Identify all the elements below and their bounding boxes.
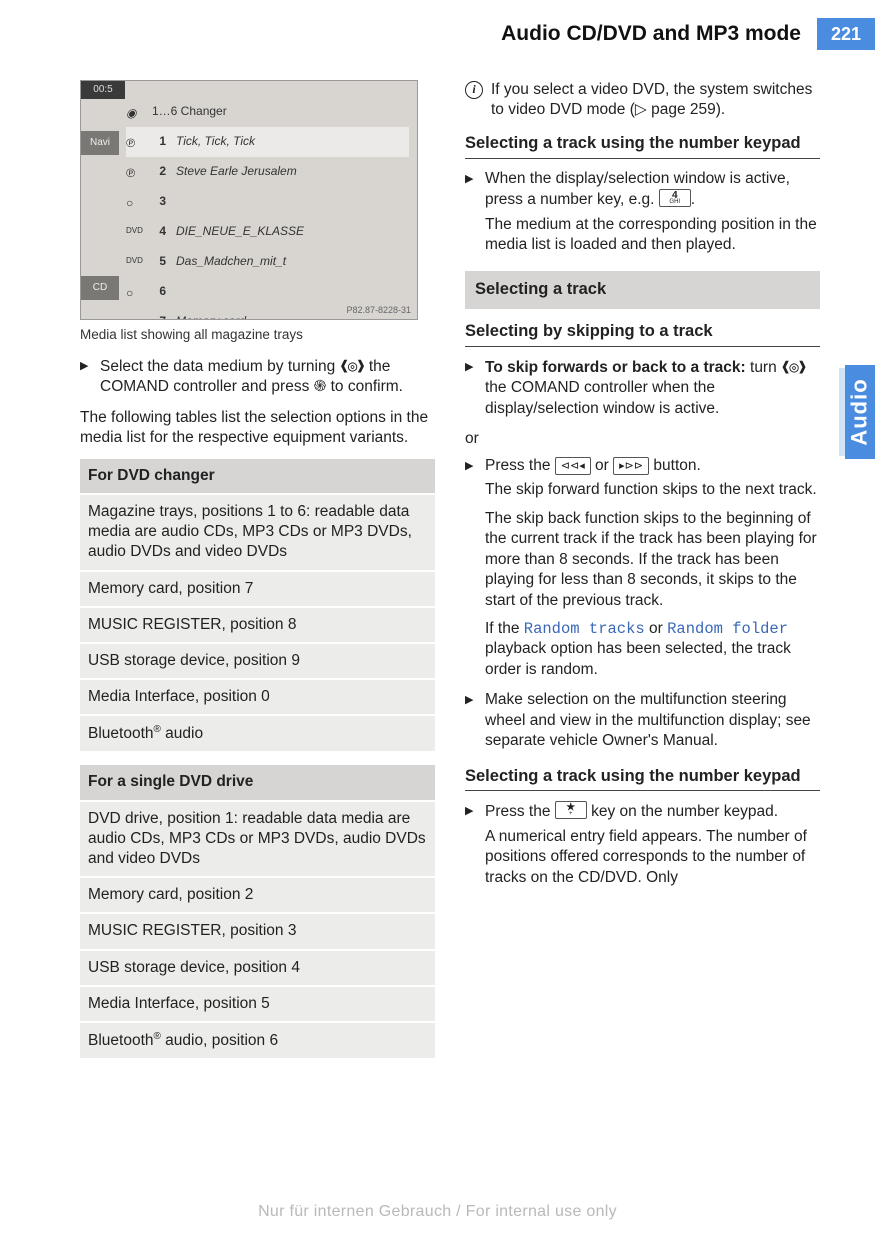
skip-back-note: The skip back function skips to the begi… xyxy=(485,509,820,611)
step-press-number: When the display/selection window is act… xyxy=(465,169,820,256)
right-column: i If you select a video DVD, the system … xyxy=(465,80,820,1072)
table-row: Media Interface, position 5 xyxy=(80,985,435,1021)
skip-back-icon: ⊲⊲◂ xyxy=(555,457,591,475)
ss-row-1: ℗1Tick, Tick, Tick xyxy=(126,127,409,157)
step-multifunction: Make selection on the multifunction stee… xyxy=(465,690,820,751)
skip-forward-icon: ▸⊳⊳ xyxy=(613,457,649,475)
ss-row-6: ○6 xyxy=(126,277,409,307)
step-marker-icon xyxy=(465,801,479,888)
menu-option-random-folder: Random folder xyxy=(667,620,788,638)
ss-list: ◉ 1…6 Changer ℗1Tick, Tick, Tick ℗2Steve… xyxy=(126,97,409,320)
disc-icon: ℗ xyxy=(126,166,142,178)
section-selecting-track: Selecting a track xyxy=(465,271,820,309)
page-title: Audio CD/DVD and MP3 mode xyxy=(501,22,801,46)
table-row: Bluetooth® audio, position 6 xyxy=(80,1021,435,1058)
media-list-screenshot: 00:5 Navi CD ◉ 1…6 Changer ℗1Tick, Tick,… xyxy=(80,80,418,320)
info-icon: i xyxy=(465,81,483,99)
ss-navi-tab: Navi xyxy=(81,131,119,155)
key-star-icon: ★+ xyxy=(555,801,587,819)
screenshot-caption: Media list showing all magazine trays xyxy=(80,326,435,344)
ss-row-4: DVD4DIE_NEUE_E_KLASSE xyxy=(126,217,409,247)
table-row: USB storage device, position 9 xyxy=(80,642,435,678)
heading-number-keypad-2: Selecting a track using the number keypa… xyxy=(465,766,820,792)
ss-changer-row: ◉ 1…6 Changer xyxy=(126,97,409,127)
table-head: For a single DVD drive xyxy=(80,765,435,799)
table-single-dvd: For a single DVD drive DVD drive, positi… xyxy=(80,765,435,1058)
empty-icon: ○ xyxy=(126,196,142,208)
empty-icon: ○ xyxy=(126,286,142,298)
table-row: DVD drive, position 1: readable data med… xyxy=(80,800,435,876)
left-column: 00:5 Navi CD ◉ 1…6 Changer ℗1Tick, Tick,… xyxy=(80,80,435,1072)
ss-time: 00:5 xyxy=(81,81,125,99)
star-result: A numerical entry field appears. The num… xyxy=(485,827,820,888)
watermark: Nur für internen Gebrauch / For internal… xyxy=(0,1203,875,1221)
section-tab-audio: Audio xyxy=(845,365,875,459)
step-result: The medium at the corresponding position… xyxy=(485,215,820,256)
table-row: MUSIC REGISTER, position 8 xyxy=(80,606,435,642)
random-note: If the Random tracks or Random folder pl… xyxy=(485,619,820,680)
step-press-star: Press the ★+ key on the number keypad. A… xyxy=(465,801,820,888)
dvd-icon: DVD xyxy=(126,226,142,238)
step-marker-icon xyxy=(465,169,479,256)
ss-row-5: DVD5Das_Madchen_mit_t xyxy=(126,247,409,277)
step-skip: To skip forwards or back to a track: tur… xyxy=(465,357,820,419)
disc-icon: ◉ xyxy=(126,106,142,118)
step-select-medium: Select the data medium by turning ❰◎❱ th… xyxy=(80,356,435,398)
header: Audio CD/DVD and MP3 mode 221 xyxy=(0,18,875,48)
step-marker-icon xyxy=(465,690,479,751)
controller-turn-icon: ❰◎❱ xyxy=(340,357,365,375)
table-row: Media Interface, position 0 xyxy=(80,678,435,714)
table-row: USB storage device, position 4 xyxy=(80,949,435,985)
section-tab-shadow xyxy=(839,368,845,456)
disc-icon: ℗ xyxy=(126,136,142,148)
key-4-icon: 4GHI xyxy=(659,189,691,207)
dvd-icon: DVD xyxy=(126,256,142,268)
controller-turn-icon: ❰◎❱ xyxy=(781,358,806,376)
table-row: MUSIC REGISTER, position 3 xyxy=(80,912,435,948)
table-dvd-changer: For DVD changer Magazine trays, position… xyxy=(80,459,435,752)
skip-forward-note: The skip forward function skips to the n… xyxy=(485,480,820,500)
ss-row-2: ℗2Steve Earle Jerusalem xyxy=(126,157,409,187)
or-separator: or xyxy=(465,429,820,449)
heading-number-keypad: Selecting a track using the number keypa… xyxy=(465,133,820,159)
heading-skip-track: Selecting by skipping to a track xyxy=(465,321,820,347)
page-number: 221 xyxy=(817,18,875,50)
ss-row-3: ○3 xyxy=(126,187,409,217)
card-icon: ▭ xyxy=(126,316,142,321)
info-note: i If you select a video DVD, the system … xyxy=(465,80,820,121)
ss-ref-code: P82.87-8228-31 xyxy=(346,305,411,317)
ss-cd-tab: CD xyxy=(81,276,119,300)
step-press-skip-buttons: Press the ⊲⊲◂ or ▸⊳⊳ button. The skip fo… xyxy=(465,456,820,681)
menu-option-random-tracks: Random tracks xyxy=(524,620,645,638)
table-row: Bluetooth® audio xyxy=(80,714,435,751)
table-row: Memory card, position 7 xyxy=(80,570,435,606)
controller-press-icon: ֍ xyxy=(314,378,327,395)
table-row: Memory card, position 2 xyxy=(80,876,435,912)
para-selection-options: The following tables list the selection … xyxy=(80,408,435,449)
xref-icon: ▷ xyxy=(635,101,651,118)
step-marker-icon xyxy=(465,456,479,681)
step-marker-icon xyxy=(80,356,94,398)
table-row: Magazine trays, positions 1 to 6: readab… xyxy=(80,493,435,569)
step-marker-icon xyxy=(465,357,479,419)
table-head: For DVD changer xyxy=(80,459,435,493)
